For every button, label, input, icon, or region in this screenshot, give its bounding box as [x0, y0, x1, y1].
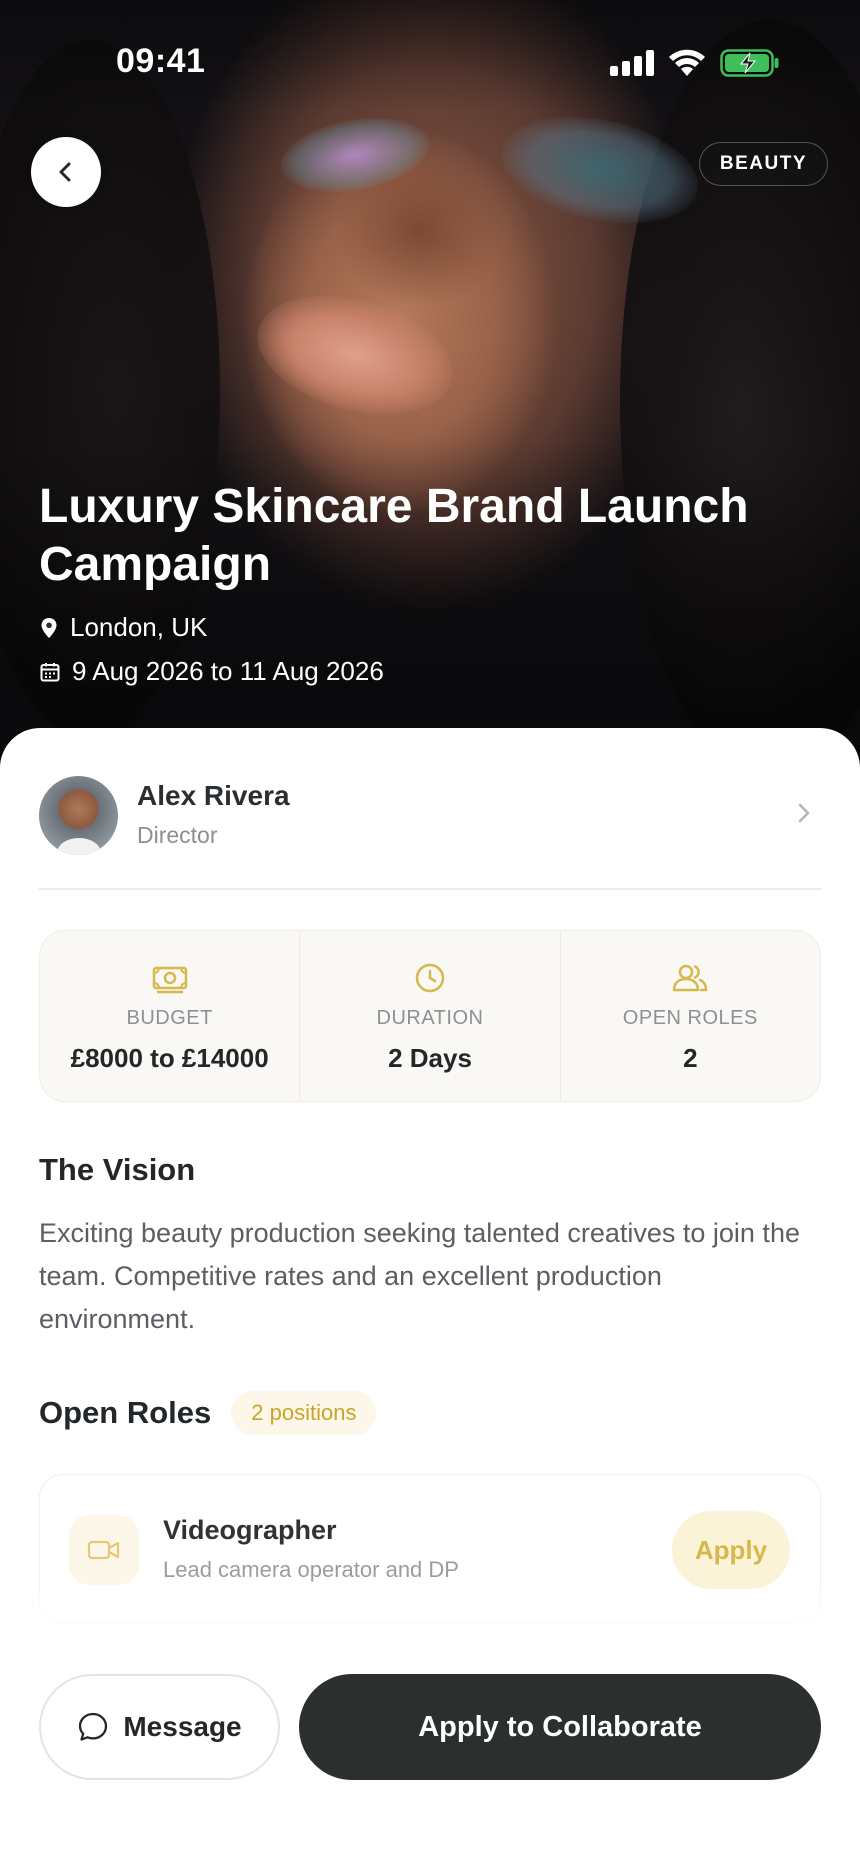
- stat-duration: DURATION 2 Days: [299, 931, 559, 1101]
- calendar-icon: [40, 662, 60, 681]
- stat-label: DURATION: [376, 1007, 484, 1029]
- location-text: London, UK: [70, 612, 208, 642]
- category-tag: BEAUTY: [698, 142, 828, 186]
- apply-to-collaborate-button[interactable]: Apply to Collaborate: [299, 1674, 821, 1780]
- date-row: 9 Aug 2026 to 11 Aug 2026: [40, 656, 384, 687]
- vision-text: Exciting beauty production seeking talen…: [39, 1218, 800, 1334]
- stats-card: BUDGET £8000 to £14000 DURATION 2 Days O…: [39, 930, 821, 1102]
- positions-badge: 2 positions: [231, 1391, 377, 1435]
- role-description: Lead camera operator and DP: [163, 1557, 459, 1582]
- chevron-left-icon: [59, 162, 71, 182]
- hero-image: 09:41 BEAUTY Luxury Skincare Brand Launc…: [0, 0, 860, 770]
- back-button[interactable]: [31, 137, 101, 207]
- wifi-icon: [669, 49, 705, 76]
- stat-value: 2 Days: [388, 1043, 472, 1073]
- stat-value: £8000 to £14000: [70, 1043, 269, 1073]
- project-title: Luxury Skincare Brand Launch Campaign: [39, 480, 749, 591]
- status-bar: 09:41: [0, 0, 860, 120]
- role-apply-button[interactable]: Apply: [672, 1511, 790, 1589]
- stat-open-roles: OPEN ROLES 2: [559, 931, 820, 1101]
- battery-icon: [720, 49, 779, 77]
- role-icon-wrap: [69, 1515, 139, 1585]
- stat-value: 2: [683, 1043, 698, 1073]
- open-roles-title: Open Roles: [39, 1395, 212, 1430]
- avatar: [39, 776, 118, 855]
- signal-icon: [610, 50, 654, 76]
- chat-bubble-icon: [79, 1712, 108, 1741]
- video-camera-icon: [87, 1540, 120, 1560]
- vision-title: The Vision: [39, 1152, 196, 1187]
- director-role: Director: [137, 822, 218, 848]
- status-time: 09:41: [116, 42, 206, 80]
- hero-photo-lips: [244, 275, 466, 435]
- money-icon: [152, 966, 187, 994]
- message-label: Message: [123, 1711, 242, 1742]
- stat-label: OPEN ROLES: [622, 1007, 758, 1029]
- stat-budget: BUDGET £8000 to £14000: [40, 931, 299, 1101]
- role-title: Videographer: [163, 1515, 337, 1545]
- chevron-right-icon: [798, 803, 810, 823]
- people-icon: [673, 964, 708, 992]
- stat-label: BUDGET: [126, 1007, 213, 1029]
- director-row[interactable]: Alex Rivera Director: [39, 776, 821, 868]
- hero-photo-eye-left: [275, 107, 435, 203]
- divider: [39, 888, 821, 890]
- message-button[interactable]: Message: [39, 1674, 280, 1780]
- director-name: Alex Rivera: [137, 780, 290, 811]
- location-row: London, UK: [40, 612, 207, 643]
- clock-icon: [415, 963, 445, 993]
- location-pin-icon: [41, 617, 57, 638]
- date-range-text: 9 Aug 2026 to 11 Aug 2026: [72, 656, 384, 686]
- open-roles-header: Open Roles 2 positions: [39, 1390, 377, 1436]
